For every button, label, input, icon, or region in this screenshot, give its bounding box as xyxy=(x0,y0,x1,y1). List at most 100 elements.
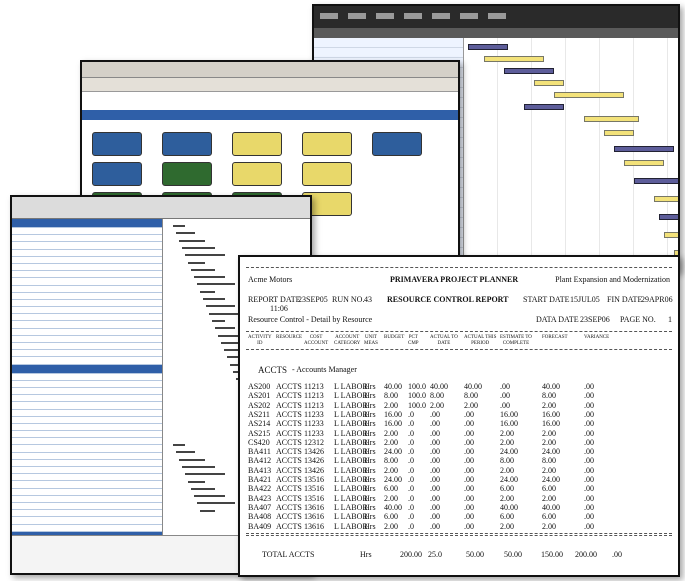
table-row[interactable] xyxy=(12,459,162,467)
schedule-bar[interactable] xyxy=(182,465,215,468)
network-node[interactable] xyxy=(232,162,282,186)
table-row[interactable] xyxy=(12,402,162,410)
report-cell: L LABOR xyxy=(334,512,368,522)
table-row[interactable] xyxy=(314,38,463,48)
table-row[interactable] xyxy=(12,328,162,336)
schedule-bar[interactable] xyxy=(179,239,205,242)
table-row[interactable] xyxy=(12,452,162,460)
table-row[interactable] xyxy=(12,409,162,417)
table-row[interactable] xyxy=(12,335,162,343)
table-row[interactable] xyxy=(12,307,162,315)
table-row[interactable] xyxy=(12,235,162,243)
schedule-bar[interactable] xyxy=(194,276,225,279)
table-row[interactable] xyxy=(12,292,162,300)
table-row[interactable] xyxy=(12,438,162,446)
schedule-bar[interactable] xyxy=(176,451,195,454)
table-row[interactable] xyxy=(12,271,162,279)
schedule-bar[interactable] xyxy=(188,480,205,483)
network-node[interactable] xyxy=(302,132,352,156)
table-row[interactable] xyxy=(12,423,162,432)
table-row[interactable] xyxy=(12,256,162,264)
table-row[interactable] xyxy=(12,228,162,236)
gantt-bar[interactable] xyxy=(604,130,634,136)
schedule-bar[interactable] xyxy=(200,509,215,512)
schedule-bar[interactable] xyxy=(176,232,195,235)
schedule-bar[interactable] xyxy=(179,458,205,461)
table-row[interactable] xyxy=(12,285,162,293)
table-row[interactable] xyxy=(12,445,162,453)
report-cell: ACCTS xyxy=(276,512,302,522)
network-node[interactable] xyxy=(162,132,212,156)
gantt-bar[interactable] xyxy=(554,92,624,98)
gantt-bar[interactable] xyxy=(664,232,678,238)
network-node[interactable] xyxy=(302,162,352,186)
network-node[interactable] xyxy=(92,162,142,186)
table-row[interactable] xyxy=(12,380,162,388)
table-row[interactable] xyxy=(12,517,162,525)
table-row[interactable] xyxy=(12,263,162,272)
schedule-bar[interactable] xyxy=(215,327,235,330)
gantt-bar[interactable] xyxy=(624,160,664,166)
schedule-bar[interactable] xyxy=(200,290,215,293)
gantt-bar[interactable] xyxy=(468,44,508,50)
network-node[interactable] xyxy=(162,162,212,186)
table-row[interactable] xyxy=(12,502,162,511)
table-row[interactable] xyxy=(12,495,162,503)
gantt-bar[interactable] xyxy=(584,116,639,122)
gantt-bar[interactable] xyxy=(484,56,544,62)
gantt-toolbar[interactable] xyxy=(314,6,678,28)
schedule-bar[interactable] xyxy=(173,444,185,446)
menu-bar[interactable] xyxy=(82,62,458,78)
table-row[interactable] xyxy=(12,387,162,396)
network-node[interactable] xyxy=(92,132,142,156)
table-row[interactable] xyxy=(12,219,162,228)
table-row[interactable] xyxy=(12,474,162,482)
table-row[interactable] xyxy=(12,321,162,329)
schedule-bar[interactable] xyxy=(197,502,235,505)
table-row[interactable] xyxy=(314,48,463,58)
schedule-bar[interactable] xyxy=(173,225,185,227)
table-row[interactable] xyxy=(12,314,162,322)
table-row[interactable] xyxy=(12,249,162,257)
schedule-bar[interactable] xyxy=(212,319,225,322)
network-node[interactable] xyxy=(232,132,282,156)
schedule-bar[interactable] xyxy=(203,298,225,300)
gantt-bar[interactable] xyxy=(524,104,564,110)
network-node[interactable] xyxy=(372,132,422,156)
table-row[interactable] xyxy=(12,481,162,489)
table-row[interactable] xyxy=(12,524,162,532)
report-cell: Hrs xyxy=(364,456,376,466)
table-row[interactable] xyxy=(12,299,162,308)
schedule-bar[interactable] xyxy=(182,246,215,249)
table-row[interactable] xyxy=(12,350,162,358)
schedule-bar[interactable] xyxy=(197,283,235,286)
gantt-bar[interactable] xyxy=(614,146,674,152)
table-row[interactable] xyxy=(12,416,162,424)
gantt-bar[interactable] xyxy=(504,68,554,74)
table-row[interactable] xyxy=(12,510,162,518)
table-row[interactable] xyxy=(12,364,162,374)
schedule-bar[interactable] xyxy=(185,254,225,257)
table-row[interactable] xyxy=(12,343,162,351)
schedule-bar[interactable] xyxy=(188,261,205,264)
activity-grid[interactable] xyxy=(12,219,162,541)
table-row[interactable] xyxy=(12,242,162,250)
table-row[interactable] xyxy=(12,467,162,475)
table-row[interactable] xyxy=(12,395,162,403)
gantt-bar[interactable] xyxy=(534,80,564,86)
report-cell: 8.00 xyxy=(384,391,398,401)
schedule-bar[interactable] xyxy=(194,495,225,498)
schedule-bar[interactable] xyxy=(191,268,215,271)
table-row[interactable] xyxy=(12,278,162,286)
table-row[interactable] xyxy=(12,488,162,496)
table-row[interactable] xyxy=(12,373,162,381)
gantt-bar[interactable] xyxy=(634,178,678,184)
schedule-bar[interactable] xyxy=(185,473,225,476)
schedule-bar[interactable] xyxy=(206,305,235,308)
gantt-bar[interactable] xyxy=(654,196,678,202)
table-row[interactable] xyxy=(12,431,162,439)
table-row[interactable] xyxy=(12,357,162,365)
toolbar[interactable] xyxy=(82,78,458,92)
schedule-bar[interactable] xyxy=(191,487,215,490)
gantt-bar[interactable] xyxy=(659,214,678,220)
